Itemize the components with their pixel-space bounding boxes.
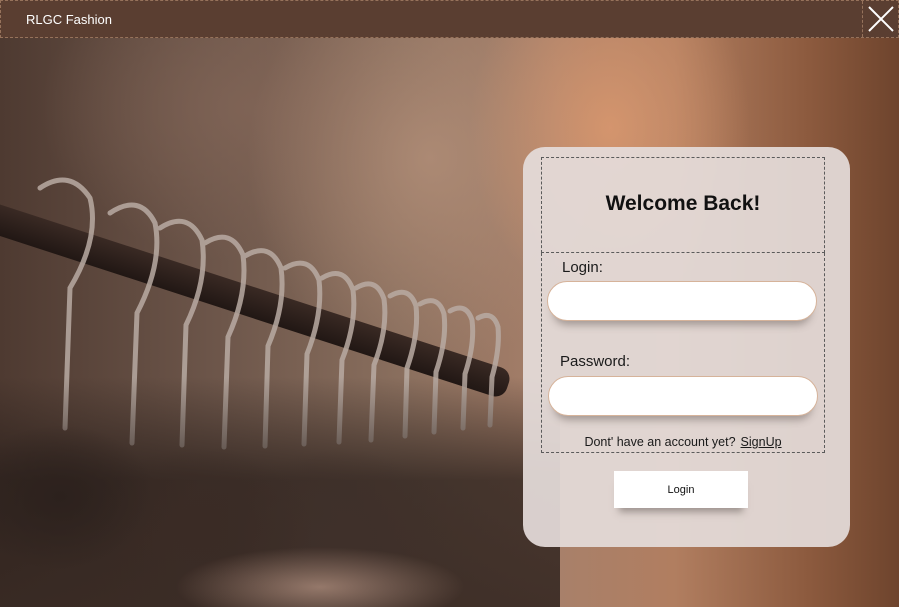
signup-prompt: Dont' have an account yet? xyxy=(584,435,736,449)
welcome-panel: Welcome Back! xyxy=(541,157,825,253)
login-card: Welcome Back! Login: Password: Dont' hav… xyxy=(523,147,850,547)
login-input[interactable] xyxy=(547,281,817,321)
background-highlight xyxy=(140,527,500,607)
login-form: Login: Password: Dont' have an account y… xyxy=(541,253,825,453)
close-icon xyxy=(868,6,894,32)
signup-prompt-line: Dont' have an account yet? SignUp xyxy=(542,435,824,449)
login-label: Login: xyxy=(562,259,603,276)
welcome-heading: Welcome Back! xyxy=(605,192,761,215)
signup-link[interactable]: SignUp xyxy=(741,435,782,449)
close-button[interactable] xyxy=(862,1,898,37)
password-label: Password: xyxy=(560,353,631,370)
app-title: RLGC Fashion xyxy=(26,12,112,27)
login-button[interactable]: Login xyxy=(614,471,748,508)
password-input[interactable] xyxy=(548,376,818,416)
title-bar: RLGC Fashion xyxy=(0,0,899,38)
